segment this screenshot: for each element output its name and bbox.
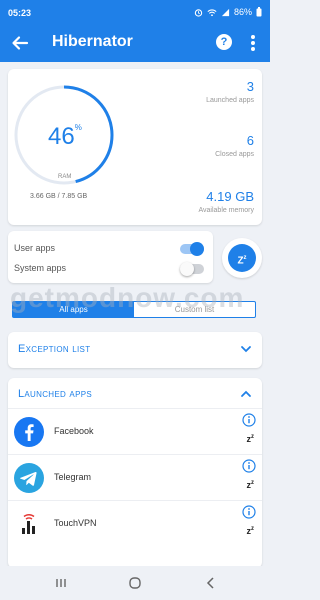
recent-apps-icon[interactable] [54, 576, 68, 590]
back-arrow-icon[interactable] [10, 33, 30, 53]
signal-icon [221, 8, 230, 16]
launched-apps-title: Launched apps [18, 388, 92, 400]
status-icons: 86% [194, 7, 262, 17]
available-memory-value: 4.19 GB [206, 189, 254, 204]
list-item[interactable]: Telegram zz [8, 454, 262, 500]
zzz-icon: Zz [228, 244, 256, 272]
closed-apps-count: 6 [246, 133, 254, 148]
launched-apps-card: Launched apps Facebook zz Telegram zz To… [8, 378, 262, 568]
hibernate-app-icon[interactable]: zz [247, 480, 255, 490]
app-name: TouchVPN [54, 518, 97, 528]
launched-apps-list: Facebook zz Telegram zz TouchVPN zz [8, 408, 262, 546]
chevron-up-icon[interactable] [240, 388, 252, 400]
watermark: getmodnow.com [10, 282, 245, 313]
page-title: Hibernator [52, 33, 133, 50]
memory-card: 46% RAM 3.66 GB / 7.85 GB 3 Launched app… [8, 69, 262, 225]
help-icon[interactable]: ? [216, 34, 232, 50]
telegram-icon [14, 463, 44, 493]
available-memory-stat: 4.19 GB Available memory [198, 189, 254, 214]
system-apps-toggle[interactable] [180, 262, 204, 276]
info-icon[interactable] [242, 459, 256, 473]
wifi-icon [207, 8, 217, 16]
more-options-icon[interactable] [250, 32, 256, 54]
system-nav-bar [0, 566, 270, 600]
ram-percent-sign: % [74, 123, 82, 132]
app-name: Telegram [54, 472, 92, 482]
status-bar: 05:23 86% [0, 0, 270, 24]
chevron-down-icon[interactable] [240, 343, 252, 355]
launched-apps-label: Launched apps [206, 97, 254, 104]
closed-apps-label: Closed apps [215, 151, 254, 158]
ram-percent-value: 46 [48, 123, 75, 150]
user-apps-toggle[interactable] [180, 242, 204, 256]
user-apps-toggle-knob [190, 242, 204, 256]
status-time: 05:23 [8, 8, 32, 18]
list-item[interactable]: TouchVPN zz [8, 500, 262, 546]
memory-used: 3.66 GB / 7.85 GB [30, 193, 88, 200]
exception-list-card[interactable]: Exception list [8, 332, 262, 368]
closed-apps-stat: 6 Closed apps [215, 133, 254, 158]
hibernate-app-icon[interactable]: zz [247, 526, 255, 536]
app-filter-card: User apps System apps [8, 231, 213, 283]
system-apps-label: System apps [14, 263, 67, 273]
app-name: Facebook [54, 426, 94, 436]
battery-icon [256, 7, 262, 17]
touchvpn-icon [14, 509, 44, 539]
hibernate-button[interactable]: Zz [222, 238, 262, 278]
available-memory-label: Available memory [198, 207, 254, 214]
list-item[interactable]: Facebook zz [8, 408, 262, 454]
alarm-icon [194, 8, 203, 17]
user-apps-label: User apps [14, 243, 56, 253]
launched-apps-count: 3 [246, 79, 254, 94]
launched-apps-stat: 3 Launched apps [206, 79, 254, 104]
hibernate-app-icon[interactable]: zz [247, 434, 255, 444]
system-apps-toggle-knob [180, 262, 194, 276]
info-icon[interactable] [242, 505, 256, 519]
ram-label: RAM [58, 174, 72, 180]
facebook-icon [14, 417, 44, 447]
back-nav-icon[interactable] [204, 576, 218, 590]
ram-percent: 46% [48, 123, 82, 151]
battery-percent: 86% [233, 7, 252, 17]
info-icon[interactable] [242, 413, 256, 427]
exception-list-title: Exception list [18, 343, 91, 355]
app-bar: Hibernator ? [0, 24, 270, 62]
home-icon[interactable] [128, 576, 142, 590]
